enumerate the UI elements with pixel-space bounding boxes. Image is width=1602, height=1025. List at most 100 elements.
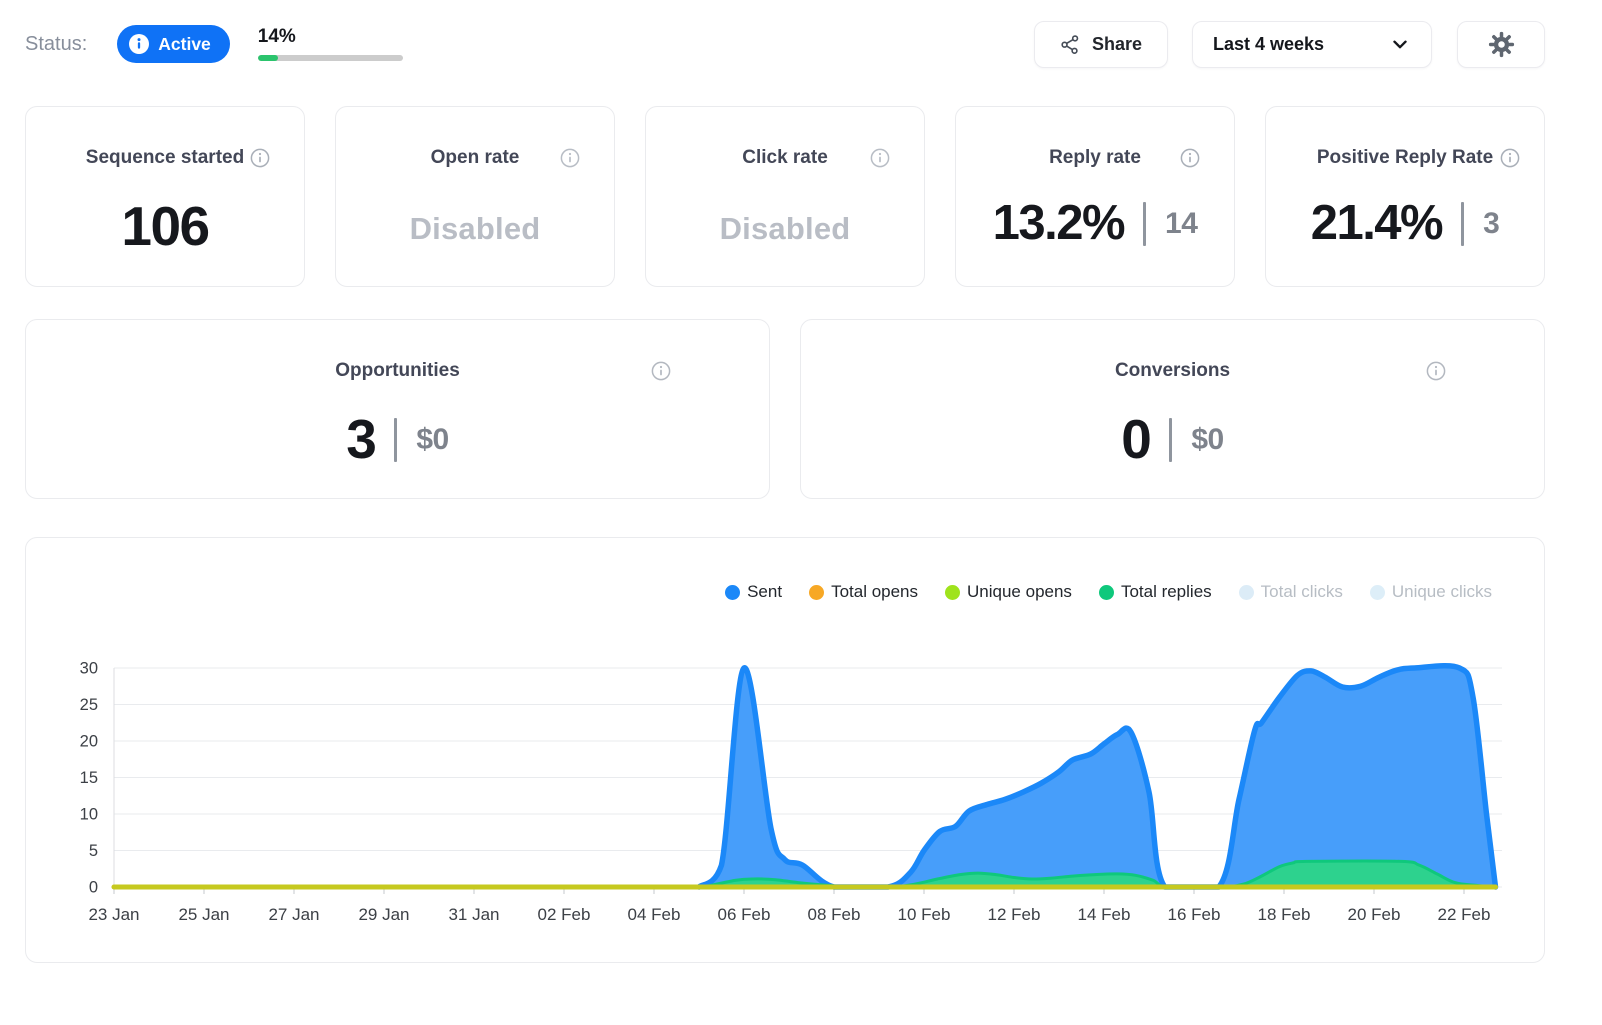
analytics-area-chart[interactable]: 0 5 10 15 20 25 30 23 Jan 25 Jan 27 Jan 29 Jan 31 J… <box>26 615 1544 955</box>
y-axis-tick-label: 30 <box>80 660 98 678</box>
legend-item-total-replies[interactable]: Total replies <box>1099 582 1212 602</box>
value-divider <box>1169 418 1172 462</box>
x-axis-tick-label: 08 Feb <box>808 905 861 924</box>
status-badge-label: Active <box>158 34 211 55</box>
series-area-sent <box>699 666 1496 887</box>
card-secondary-value: 14 <box>1165 207 1197 241</box>
value-divider <box>1461 202 1464 246</box>
share-button-label: Share <box>1092 34 1142 55</box>
info-icon[interactable] <box>560 148 580 168</box>
progress-bar <box>258 55 403 61</box>
share-icon <box>1060 34 1081 55</box>
card-open-rate: Open rate Disabled <box>335 106 615 287</box>
legend-label: Unique clicks <box>1392 582 1492 602</box>
x-axis-tick-label: 16 Feb <box>1168 905 1221 924</box>
share-button[interactable]: Share <box>1034 21 1168 68</box>
stats-row: Sequence started 106 Open rate Disabled … <box>25 106 1545 287</box>
status-label: Status: <box>25 33 87 56</box>
legend-dot-icon <box>1239 585 1254 600</box>
card-positive-reply-rate: Positive Reply Rate 21.4% 3 <box>1265 106 1545 287</box>
x-axis-tick-label: 29 Jan <box>358 905 409 924</box>
date-range-value: Last 4 weeks <box>1213 34 1324 55</box>
info-icon[interactable] <box>651 361 671 381</box>
legend-item-unique-clicks[interactable]: Unique clicks <box>1370 582 1492 602</box>
legend-dot-icon <box>809 585 824 600</box>
legend-label: Total opens <box>831 582 918 602</box>
x-axis-tick-label: 10 Feb <box>898 905 951 924</box>
chart-legend: Sent Total opens Unique opens Total replies… <box>725 582 1492 602</box>
header-bar: Status: Active 14% <box>25 20 1545 68</box>
value-divider <box>1143 202 1146 246</box>
card-value: 21.4% <box>1311 199 1442 248</box>
card-value-disabled: Disabled <box>646 211 924 247</box>
x-axis-tick-label: 22 Feb <box>1438 905 1491 924</box>
x-axis-tick-label: 31 Jan <box>448 905 499 924</box>
card-secondary-value: 3 <box>1483 207 1499 241</box>
y-axis-tick-label: 15 <box>80 769 98 787</box>
card-value: 3 <box>346 412 375 467</box>
card-secondary-value: $0 <box>1191 423 1223 457</box>
x-axis-tick-label: 18 Feb <box>1258 905 1311 924</box>
card-title: Sequence started <box>86 147 244 168</box>
legend-dot-icon <box>725 585 740 600</box>
card-value: 13.2% <box>993 199 1124 248</box>
x-axis-tick-label: 27 Jan <box>268 905 319 924</box>
date-range-select[interactable]: Last 4 weeks <box>1192 21 1432 68</box>
legend-label: Total replies <box>1121 582 1212 602</box>
value-divider <box>394 418 397 462</box>
x-axis-tick-label: 14 Feb <box>1078 905 1131 924</box>
y-axis-tick-label: 10 <box>80 806 98 824</box>
info-icon[interactable] <box>1180 148 1200 168</box>
legend-item-unique-opens[interactable]: Unique opens <box>945 582 1072 602</box>
legend-dot-icon <box>945 585 960 600</box>
x-axis-tick-label: 25 Jan <box>178 905 229 924</box>
x-axis-tick-label: 06 Feb <box>718 905 771 924</box>
legend-label: Sent <box>747 582 782 602</box>
info-icon <box>129 34 149 54</box>
card-click-rate: Click rate Disabled <box>645 106 925 287</box>
x-axis-tick-label: 23 Jan <box>88 905 139 924</box>
card-value: 0 <box>1121 412 1150 467</box>
card-value-disabled: Disabled <box>336 211 614 247</box>
progress-group: 14% <box>258 27 403 61</box>
gear-icon <box>1487 30 1516 59</box>
dashboard: Status: Active 14% <box>25 20 1545 963</box>
card-title: Click rate <box>742 147 828 168</box>
card-opportunities: Opportunities 3 $0 <box>25 319 770 499</box>
legend-item-total-clicks[interactable]: Total clicks <box>1239 582 1343 602</box>
info-icon[interactable] <box>1500 148 1520 168</box>
card-title: Reply rate <box>1049 147 1141 168</box>
x-axis-tick-label: 04 Feb <box>628 905 681 924</box>
card-title: Open rate <box>431 147 520 168</box>
progress-percent: 14% <box>258 27 403 46</box>
legend-item-sent[interactable]: Sent <box>725 582 782 602</box>
y-axis-tick-label: 0 <box>89 879 98 897</box>
analytics-chart-card: Sent Total opens Unique opens Total replies… <box>25 537 1545 963</box>
y-axis-tick-label: 20 <box>80 733 98 751</box>
y-axis-tick-label: 5 <box>89 842 98 860</box>
legend-label: Total clicks <box>1261 582 1343 602</box>
card-secondary-value: $0 <box>416 423 448 457</box>
settings-button[interactable] <box>1457 21 1545 68</box>
card-title: Opportunities <box>335 360 460 381</box>
progress-bar-fill <box>258 55 278 61</box>
legend-item-total-opens[interactable]: Total opens <box>809 582 918 602</box>
legend-label: Unique opens <box>967 582 1072 602</box>
x-axis-tick-label: 12 Feb <box>988 905 1041 924</box>
x-axis-tick-label: 02 Feb <box>538 905 591 924</box>
legend-dot-icon <box>1370 585 1385 600</box>
card-title: Conversions <box>1115 360 1230 381</box>
status-badge[interactable]: Active <box>117 25 230 63</box>
wide-stats-row: Opportunities 3 $0 Conversions 0 <box>25 319 1545 499</box>
card-sequence-started: Sequence started 106 <box>25 106 305 287</box>
info-icon[interactable] <box>250 148 270 168</box>
card-conversions: Conversions 0 $0 <box>800 319 1545 499</box>
card-title: Positive Reply Rate <box>1317 147 1493 168</box>
legend-dot-icon <box>1099 585 1114 600</box>
card-reply-rate: Reply rate 13.2% 14 <box>955 106 1235 287</box>
card-value: 106 <box>121 199 208 254</box>
chevron-down-icon <box>1389 33 1411 55</box>
info-icon[interactable] <box>870 148 890 168</box>
info-icon[interactable] <box>1426 361 1446 381</box>
y-axis-tick-label: 25 <box>80 696 98 714</box>
